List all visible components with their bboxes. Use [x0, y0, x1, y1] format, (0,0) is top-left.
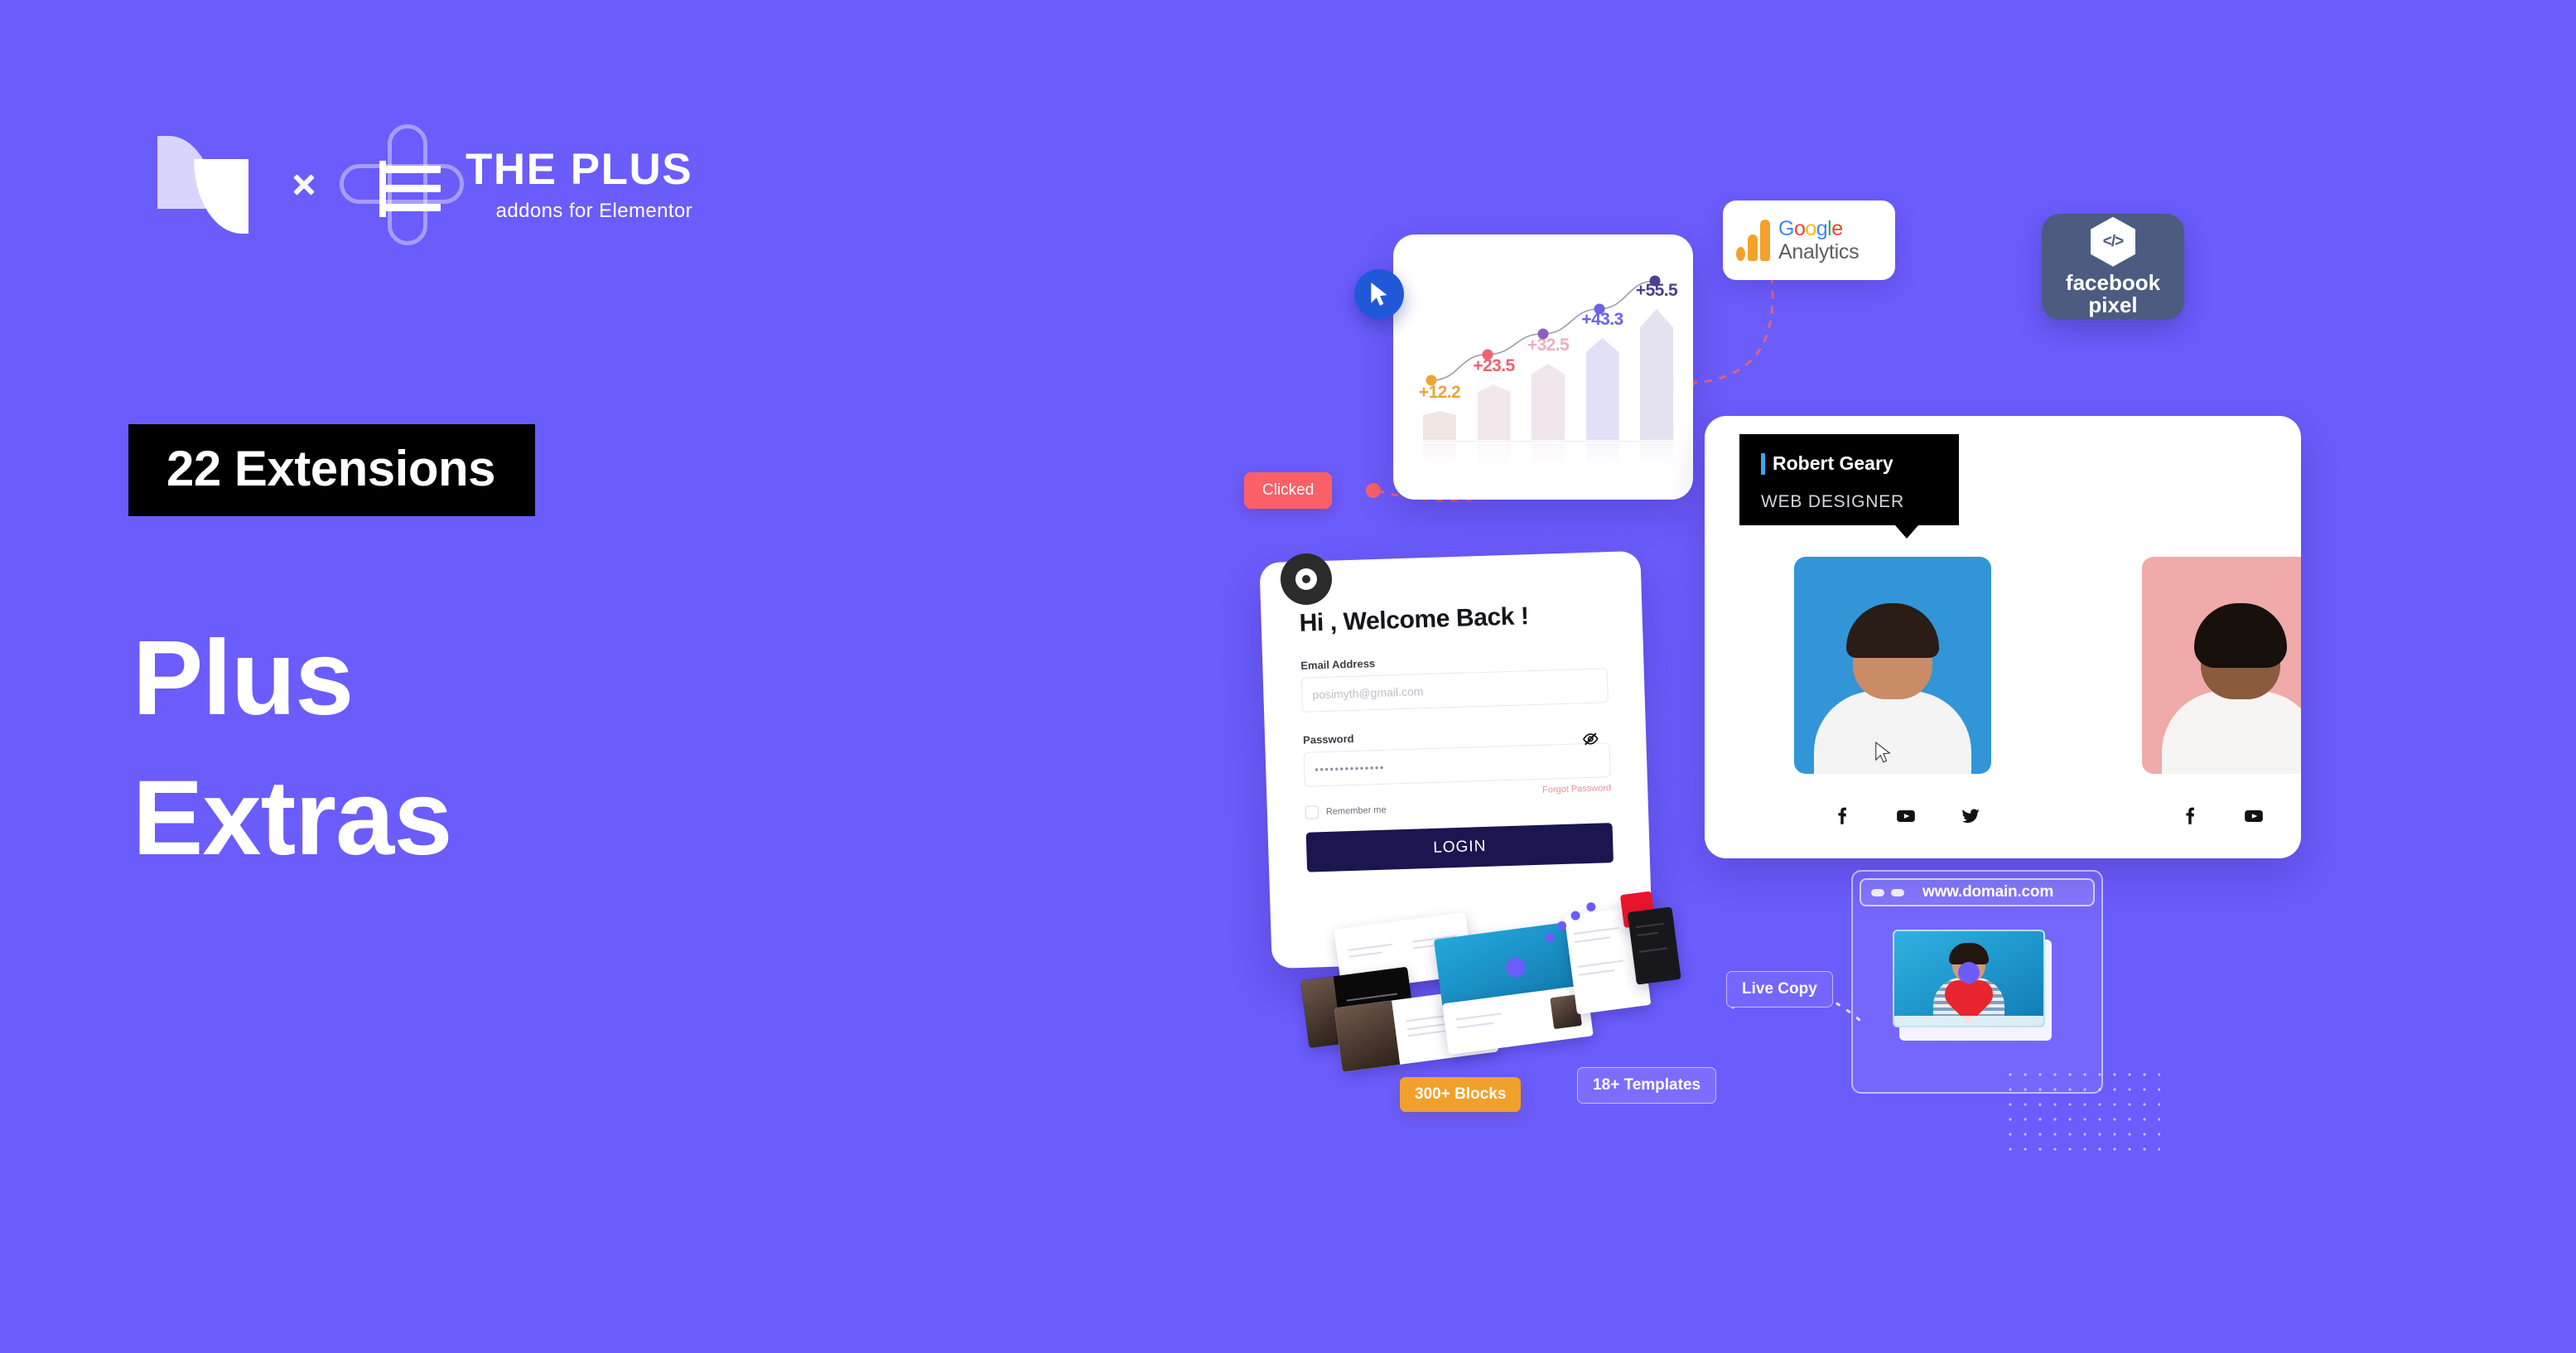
social-links-1[interactable]: [1831, 805, 1981, 827]
twitter-icon[interactable]: [1960, 805, 1981, 827]
live-copy-badge: Live Copy: [1726, 971, 1833, 1008]
password-field[interactable]: ••••••••••••••: [1303, 732, 1611, 787]
mouse-cursor-icon: [1875, 741, 1891, 763]
analytics-chart-card[interactable]: +12.2 +23.5 +32.5 +43.3 +55.5: [1393, 234, 1693, 500]
blocks-badge: 300+ Blocks: [1400, 1077, 1522, 1112]
youtube-icon[interactable]: [1895, 805, 1917, 827]
member-photo-1[interactable]: [1794, 557, 1991, 774]
code-hexagon-icon: </>: [2091, 216, 2135, 267]
facebook-pixel-badge[interactable]: </> facebook pixel: [2042, 214, 2184, 320]
cursor-pointer-badge: [1354, 269, 1404, 319]
facebook-icon[interactable]: [1831, 805, 1852, 827]
cross-multiply-icon: [290, 171, 318, 199]
remember-me-checkbox[interactable]: [1305, 805, 1319, 819]
eye-off-icon[interactable]: [1582, 731, 1599, 748]
member-photo-2[interactable]: [2142, 557, 2301, 774]
member-tooltip: Robert Geary WEB DESIGNER: [1739, 434, 1959, 539]
video-preview[interactable]: [1893, 930, 2045, 1027]
social-links-2[interactable]: [2178, 805, 2301, 827]
hero-line-1: Plus: [133, 619, 354, 737]
play-button-icon[interactable]: [1958, 962, 1980, 984]
browser-mockup[interactable]: www.domain.com: [1851, 870, 2103, 1094]
clicked-badge: Clicked: [1244, 472, 1333, 509]
browser-address-bar[interactable]: www.domain.com: [1860, 878, 2095, 906]
hero-line-2: Extras: [133, 758, 452, 877]
email-placeholder: posimyth@gmail.com: [1312, 684, 1424, 702]
chart-trend-point: [1482, 349, 1493, 360]
record-target-icon: [1281, 553, 1332, 605]
email-label: Email Address: [1300, 657, 1376, 672]
chart-trend-point: [1594, 303, 1604, 315]
window-dot-icon: [1871, 888, 1884, 896]
avatar: [1814, 603, 1971, 774]
envato-logo-icon: [157, 136, 250, 234]
youtube-icon[interactable]: [2243, 805, 2265, 827]
member-role: WEB DESIGNER: [1761, 492, 1904, 511]
facebook-pixel-label: facebook pixel: [2065, 269, 2161, 317]
plus-tagline: addons for Elementor: [495, 199, 693, 222]
window-dot-icon: [1891, 888, 1904, 896]
google-analytics-badge[interactable]: Google Analytics: [1723, 201, 1895, 280]
remember-me-label: Remember me: [1325, 805, 1387, 817]
cursor-arrow-icon: [1371, 283, 1387, 306]
analytics-bars-icon: [1736, 220, 1770, 261]
login-title: Hi , Welcome Back !: [1299, 602, 1530, 637]
password-label: Password: [1302, 732, 1354, 747]
password-value: ••••••••••••••: [1315, 761, 1386, 776]
chart-trend-point: [1425, 374, 1437, 386]
illustration-composition: Google Analytics </> facebook pixel +12.…: [1226, 0, 2576, 1353]
chart-trend-point: [1537, 328, 1549, 340]
page-title: Plus Extras: [133, 609, 452, 889]
the-plus-logo: THE PLUS addons for Elementor: [340, 123, 693, 247]
templates-badge: 18+ Templates: [1577, 1067, 1717, 1104]
browser-url: www.domain.com: [1922, 883, 2054, 901]
poster-canvas: THE PLUS addons for Elementor 22 Extensi…: [0, 0, 2576, 1353]
template-thumb: [1627, 906, 1681, 985]
brand-lockup: THE PLUS addons for Elementor: [157, 123, 692, 247]
email-field[interactable]: posimyth@gmail.com: [1300, 668, 1609, 713]
chart-trend-line: [1430, 280, 1656, 381]
video-caption-bar: [1894, 1016, 2043, 1026]
analytics-wordmark: Analytics: [1778, 240, 1860, 263]
plus-wordmark: THE PLUS: [466, 144, 693, 194]
chart-plot-area: +12.2 +23.5 +32.5 +43.3 +55.5: [1416, 256, 1678, 475]
login-button[interactable]: LOGIN: [1305, 823, 1614, 872]
chart-trend-point: [1649, 275, 1661, 287]
google-wordmark: Google: [1778, 217, 1843, 240]
plus-glyph-icon: [340, 123, 464, 247]
facebook-icon[interactable]: [2178, 805, 2200, 827]
extensions-chip: 22 Extensions: [128, 424, 536, 516]
avatar: [2162, 603, 2301, 774]
member-name: Robert Geary: [1761, 452, 1893, 475]
team-member-card[interactable]: Robert Geary WEB DESIGNER: [1705, 416, 2301, 858]
